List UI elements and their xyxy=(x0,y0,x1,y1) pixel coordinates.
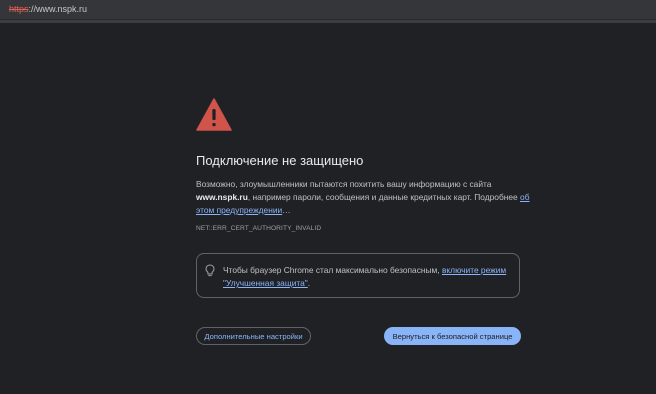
enhanced-protection-text: Чтобы браузер Chrome стал максимально бе… xyxy=(223,264,515,290)
advanced-settings-button[interactable]: Дополнительные настройки xyxy=(196,327,311,345)
back-to-safety-button[interactable]: Вернуться к безопасной странице xyxy=(384,327,521,345)
address-bar[interactable]: https://www.nspk.ru xyxy=(0,0,656,20)
card-text: Чтобы браузер Chrome стал максимально бе… xyxy=(223,265,442,275)
desc-text-1: Возможно, злоумышленники пытаются похити… xyxy=(196,179,492,189)
desc-hostname: www.nspk.ru xyxy=(196,192,248,202)
warning-description: Возможно, злоумышленники пытаются похити… xyxy=(196,178,530,217)
desc-ellipsis: … xyxy=(282,205,291,215)
desc-text-2: , например пароли, сообщения и данные кр… xyxy=(247,192,521,202)
enhanced-protection-card: Чтобы браузер Chrome стал максимально бе… xyxy=(196,253,520,298)
url-text[interactable]: https://www.nspk.ru xyxy=(9,4,87,14)
toolbar-divider xyxy=(0,20,656,23)
url-scheme-insecure: https xyxy=(9,4,29,14)
url-host: ://www.nspk.ru xyxy=(28,4,88,14)
page-title: Подключение не защищено xyxy=(196,153,364,168)
lightbulb-icon xyxy=(205,264,215,277)
card-end: . xyxy=(307,278,311,288)
error-code: NET::ERR_CERT_AUTHORITY_INVALID xyxy=(196,225,322,232)
warning-triangle-icon xyxy=(196,98,232,131)
